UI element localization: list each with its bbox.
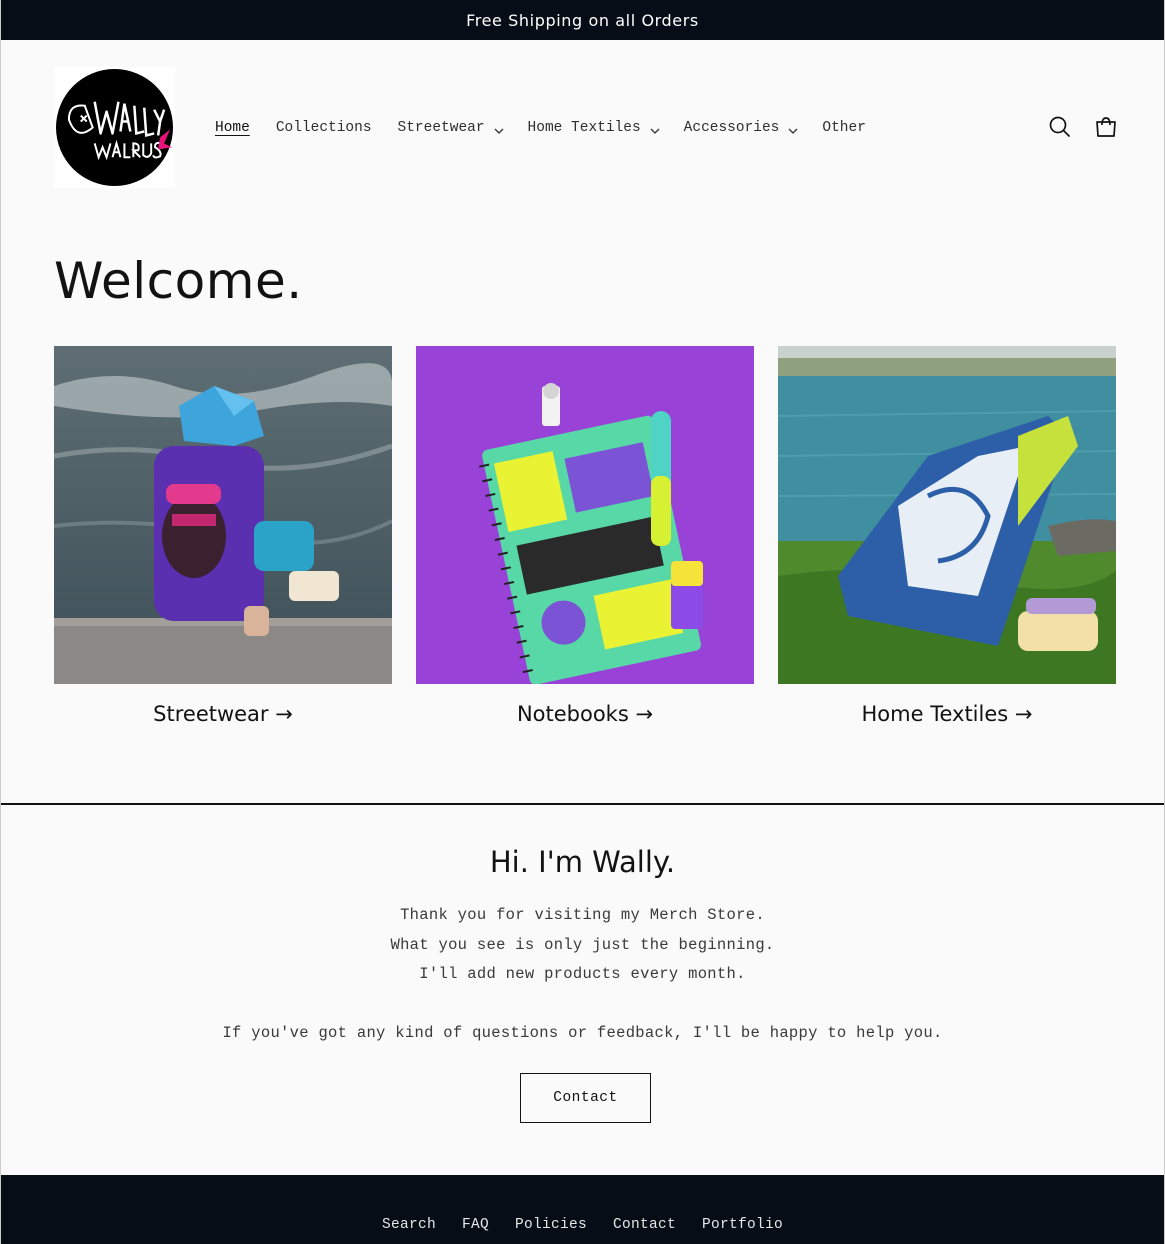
section-divider: [1, 803, 1164, 805]
site-header: Home Collections Streetwear Home Textile…: [1, 40, 1164, 215]
nav-item-streetwear[interactable]: Streetwear: [385, 116, 515, 140]
nav-label: Other: [822, 120, 866, 136]
header-icons: [1048, 114, 1118, 140]
nav-item-other[interactable]: Other: [809, 116, 879, 140]
nav-label: Streetwear: [397, 120, 485, 136]
collection-cards: Streetwear → Notebooks → Home Textiles →: [54, 346, 1116, 726]
footer-link-contact[interactable]: Contact: [613, 1217, 676, 1233]
about-line: What you see is only just the beginning.: [390, 935, 775, 954]
footer-link-search[interactable]: Search: [382, 1217, 436, 1233]
search-icon[interactable]: [1048, 114, 1072, 140]
nav-label: Accessories: [683, 120, 780, 136]
footer-link-portfolio[interactable]: Portfolio: [702, 1217, 783, 1233]
page-title: Welcome.: [54, 252, 303, 310]
nav-item-home-textiles[interactable]: Home Textiles: [515, 116, 671, 140]
collection-card-streetwear[interactable]: Streetwear →: [54, 346, 392, 726]
nav-label: Collections: [275, 120, 372, 136]
chevron-down-icon: [788, 124, 798, 134]
collection-card-home-textiles[interactable]: Home Textiles →: [778, 346, 1116, 726]
about-line: If you've got any kind of questions or f…: [222, 1024, 943, 1042]
contact-button[interactable]: Contact: [520, 1073, 651, 1123]
nav-label: Home: [215, 120, 250, 136]
about-line: I'll add new products every month.: [419, 965, 746, 983]
site-footer: Search FAQ Policies Contact Portfolio: [1, 1175, 1164, 1244]
about-heading: Hi. I'm Wally.: [489, 845, 676, 879]
footer-links: Search FAQ Policies Contact Portfolio: [1, 1217, 1164, 1233]
notebooks-image[interactable]: [416, 346, 754, 684]
collection-card-notebooks[interactable]: Notebooks →: [416, 346, 754, 726]
collection-card-label[interactable]: Home Textiles →: [778, 702, 1116, 726]
chevron-down-icon: [650, 124, 660, 134]
nav-label: Home Textiles: [527, 120, 641, 136]
about-line: Thank you for visiting my Merch Store.: [400, 906, 765, 924]
collection-card-label[interactable]: Notebooks →: [416, 702, 754, 726]
chevron-down-icon: [494, 124, 504, 134]
collection-card-label[interactable]: Streetwear →: [54, 702, 392, 726]
announcement-bar: Free Shipping on all Orders: [1, 0, 1164, 40]
home-textiles-image[interactable]: [778, 346, 1116, 684]
logo[interactable]: [54, 67, 175, 188]
about-section: Hi. I'm Wally. Thank you for visiting my…: [1, 845, 1164, 1123]
nav-item-home[interactable]: Home: [202, 116, 263, 140]
announcement-text: Free Shipping on all Orders: [466, 10, 699, 30]
nav-item-accessories[interactable]: Accessories: [671, 116, 810, 140]
cart-icon[interactable]: [1094, 114, 1118, 140]
main-nav: Home Collections Streetwear Home Textile…: [202, 116, 879, 140]
wally-walrus-logo: [55, 68, 174, 187]
footer-link-policies[interactable]: Policies: [515, 1217, 587, 1233]
footer-link-faq[interactable]: FAQ: [462, 1217, 489, 1233]
nav-item-collections[interactable]: Collections: [263, 116, 385, 140]
streetwear-image[interactable]: [54, 346, 392, 684]
